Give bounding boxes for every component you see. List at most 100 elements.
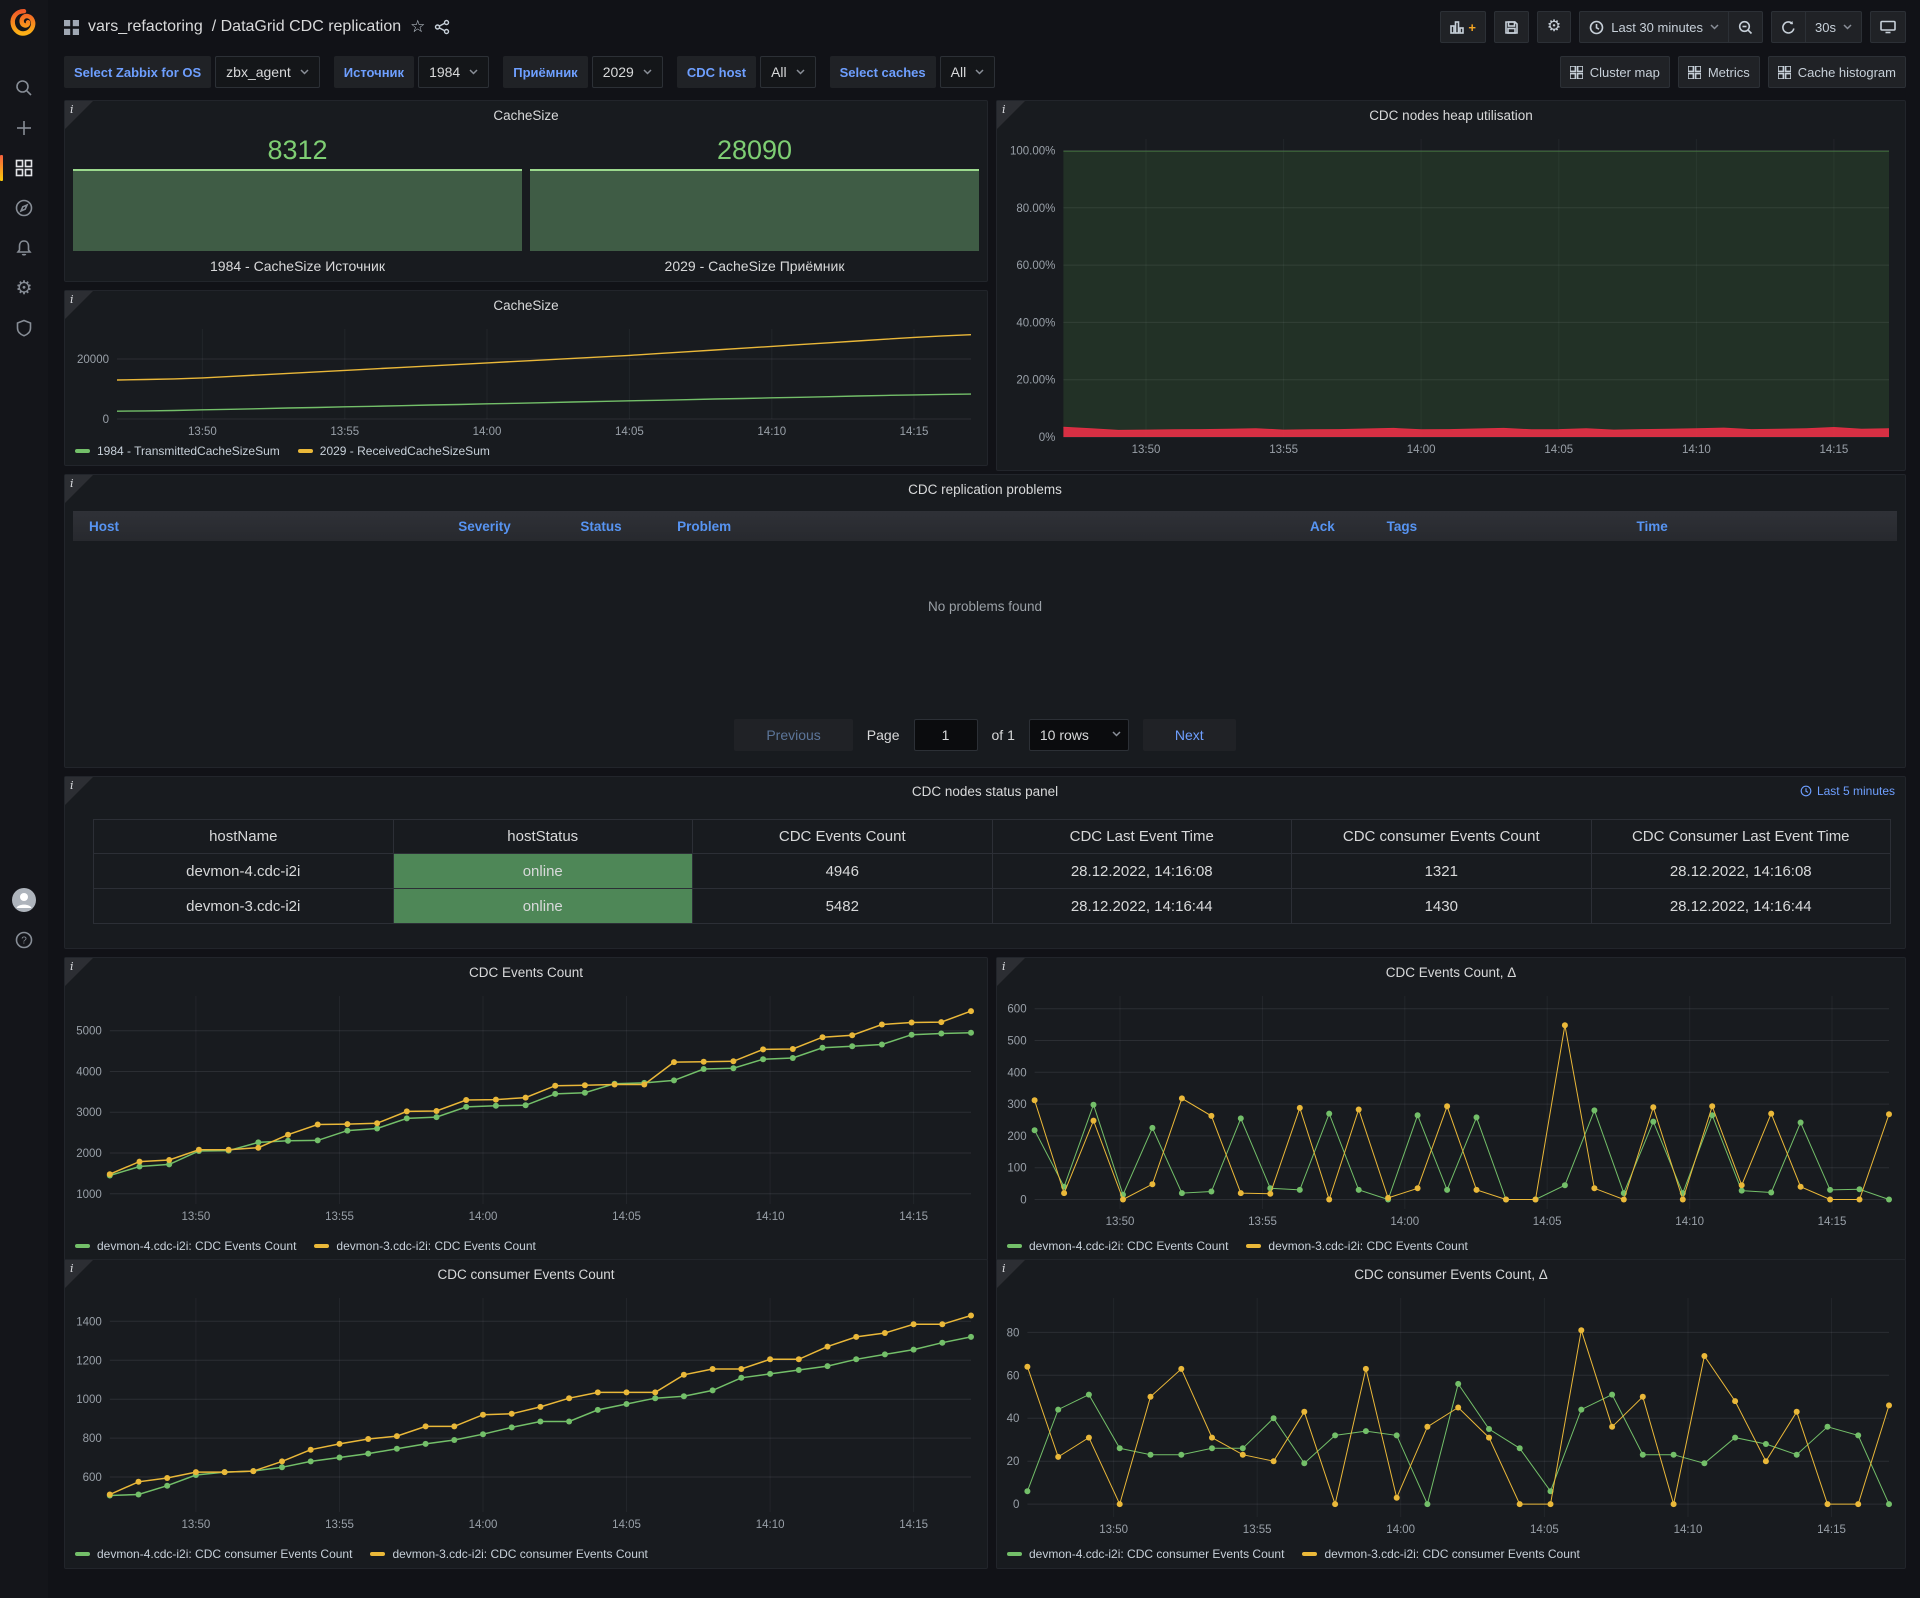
tv-mode-button[interactable] — [1870, 11, 1906, 43]
panel-title[interactable]: CDC consumer Events Count, Δ — [1354, 1267, 1548, 1282]
column-header-host[interactable]: Host — [73, 519, 454, 534]
svg-text:0: 0 — [103, 414, 109, 426]
save-dashboard-button[interactable] — [1494, 11, 1529, 43]
add-panel-button[interactable]: + — [1440, 11, 1486, 43]
link-metrics[interactable]: Metrics — [1678, 56, 1760, 88]
column-header[interactable]: CDC Last Event Time — [992, 820, 1292, 854]
legend-item[interactable]: devmon-3.cdc-i2i: CDC Events Count — [314, 1239, 535, 1253]
legend-item[interactable]: devmon-4.cdc-i2i: CDC consumer Events Co… — [75, 1547, 352, 1561]
next-page-button[interactable]: Next — [1143, 719, 1236, 751]
column-header[interactable]: CDC Events Count — [693, 820, 993, 854]
column-header-ack[interactable]: Ack — [1306, 519, 1383, 534]
share-icon[interactable] — [434, 19, 450, 35]
panel-title[interactable]: CDC Events Count, Δ — [1386, 965, 1517, 980]
legend-item[interactable]: devmon-4.cdc-i2i: CDC Events Count — [75, 1239, 296, 1253]
panel-info-icon[interactable]: i — [997, 101, 1025, 129]
panel-info-icon[interactable]: i — [65, 1260, 93, 1288]
svg-text:14:00: 14:00 — [1390, 1216, 1419, 1228]
refresh-button[interactable] — [1771, 11, 1806, 43]
legend-item[interactable]: devmon-3.cdc-i2i: CDC consumer Events Co… — [1302, 1547, 1579, 1561]
column-header[interactable]: hostName — [94, 820, 394, 854]
panel-info-icon[interactable]: i — [997, 958, 1025, 986]
panel-info-icon[interactable]: i — [65, 958, 93, 986]
variable-value-dropdown[interactable]: 2029 — [592, 56, 663, 88]
legend-item[interactable]: devmon-4.cdc-i2i: CDC Events Count — [1007, 1239, 1228, 1253]
refresh-interval-button[interactable]: 30s — [1806, 11, 1862, 43]
rows-per-page-select[interactable]: 10 rows — [1029, 719, 1129, 751]
panel-info-icon[interactable]: i — [997, 1260, 1025, 1288]
variable-value-dropdown[interactable]: All — [760, 56, 816, 88]
chevron-down-icon — [1843, 24, 1852, 30]
legend-item[interactable]: devmon-3.cdc-i2i: CDC Events Count — [1246, 1239, 1467, 1253]
column-header[interactable]: hostStatus — [393, 820, 693, 854]
panel-title[interactable]: CDC Events Count — [469, 965, 583, 980]
legend-item[interactable]: 2029 - ReceivedCacheSizeSum — [298, 444, 490, 458]
column-header-time[interactable]: Time — [1632, 519, 1897, 534]
previous-page-button[interactable]: Previous — [734, 719, 852, 751]
panel-title[interactable]: CDC nodes status panel — [912, 784, 1058, 799]
panel-title[interactable]: CDC replication problems — [908, 482, 1062, 497]
panel-title[interactable]: CDC nodes heap utilisation — [1369, 108, 1533, 123]
svg-text:800: 800 — [83, 1433, 102, 1445]
column-header-tags[interactable]: Tags — [1383, 519, 1633, 534]
legend-item[interactable]: 1984 - TransmittedCacheSizeSum — [75, 444, 280, 458]
panel-title[interactable]: CDC consumer Events Count — [437, 1267, 614, 1282]
column-header-status[interactable]: Status — [576, 519, 673, 534]
breadcrumb-folder[interactable]: vars_refactoring — [88, 18, 203, 36]
chevron-down-icon — [643, 69, 652, 75]
heap-utilisation-chart[interactable]: 0%20.00%40.00%60.00%80.00%100.00%13:5013… — [997, 129, 1905, 464]
grid-icon — [1570, 66, 1583, 79]
user-avatar[interactable] — [0, 880, 48, 920]
variable-label[interactable]: Select Zabbix for OS — [64, 56, 211, 88]
dashboards-icon[interactable] — [0, 148, 48, 188]
consumer-events-count-delta-chart[interactable]: 02040608013:5013:5514:0014:0514:1014:15 — [997, 1288, 1905, 1544]
panel-title[interactable]: CacheSize — [493, 108, 558, 123]
cell-consumer-last-event-time: 28.12.2022, 14:16:08 — [1591, 854, 1891, 889]
cell-consumer-last-event-time: 28.12.2022, 14:16:44 — [1591, 889, 1891, 924]
dashboard-settings-button[interactable]: ⚙ — [1537, 11, 1571, 43]
link-cache-histogram[interactable]: Cache histogram — [1768, 56, 1906, 88]
panel-info-icon[interactable]: i — [65, 475, 93, 503]
favorite-star-icon[interactable]: ☆ — [410, 17, 425, 37]
consumer-events-count-chart[interactable]: 60080010001200140013:5013:5514:0014:0514… — [65, 1288, 987, 1544]
svg-text:13:55: 13:55 — [1243, 1524, 1272, 1536]
panel-time-range-link[interactable]: Last 5 minutes — [1800, 784, 1895, 798]
configuration-gear-icon[interactable]: ⚙ — [0, 268, 48, 308]
explore-compass-icon[interactable] — [0, 188, 48, 228]
panel-info-icon[interactable]: i — [65, 101, 93, 129]
refresh-icon — [1781, 20, 1796, 35]
legend-item[interactable]: devmon-3.cdc-i2i: CDC consumer Events Co… — [370, 1547, 647, 1561]
page-input[interactable] — [914, 719, 978, 751]
events-count-chart[interactable]: 1000200030004000500013:5013:5514:0014:05… — [65, 986, 987, 1236]
search-icon[interactable] — [0, 68, 48, 108]
help-icon[interactable]: ? — [0, 920, 48, 960]
create-plus-icon[interactable] — [0, 108, 48, 148]
panel-title[interactable]: CacheSize — [493, 298, 558, 313]
link-cluster-map[interactable]: Cluster map — [1560, 56, 1670, 88]
column-header-severity[interactable]: Severity — [454, 519, 576, 534]
time-range-picker[interactable]: Last 30 minutes — [1579, 11, 1729, 43]
column-header[interactable]: CDC consumer Events Count — [1292, 820, 1592, 854]
alerting-bell-icon[interactable] — [0, 228, 48, 268]
column-header-problem[interactable]: Problem — [673, 519, 1306, 534]
variable-label[interactable]: CDC host — [677, 56, 756, 88]
grafana-logo[interactable] — [7, 8, 41, 42]
panel-info-icon[interactable]: i — [65, 291, 93, 319]
admin-shield-icon[interactable] — [0, 308, 48, 348]
variable-label[interactable]: Приёмник — [503, 56, 587, 88]
chart-legend: devmon-4.cdc-i2i: CDC Events Count devmo… — [65, 1236, 987, 1260]
svg-text:13:55: 13:55 — [325, 1519, 354, 1531]
events-count-delta-chart[interactable]: 010020030040050060013:5013:5514:0014:051… — [997, 986, 1905, 1236]
zoom-out-time-button[interactable] — [1729, 11, 1763, 43]
variable-value-dropdown[interactable]: zbx_agent — [215, 56, 320, 88]
variable-value-dropdown[interactable]: 1984 — [418, 56, 489, 88]
variable-value-dropdown[interactable]: All — [940, 56, 996, 88]
column-header[interactable]: CDC Consumer Last Event Time — [1591, 820, 1891, 854]
problems-table-header: Host Severity Status Problem Ack Tags Ti… — [73, 511, 1897, 541]
cachesize-trend-chart[interactable]: 02000013:5013:5514:0014:0514:1014:15 — [65, 319, 987, 441]
variable-label[interactable]: Select caches — [830, 56, 936, 88]
panel-info-icon[interactable]: i — [65, 777, 93, 805]
legend-item[interactable]: devmon-4.cdc-i2i: CDC consumer Events Co… — [1007, 1547, 1284, 1561]
variable-label[interactable]: Источник — [334, 56, 414, 88]
chart-legend: devmon-4.cdc-i2i: CDC consumer Events Co… — [65, 1544, 987, 1568]
